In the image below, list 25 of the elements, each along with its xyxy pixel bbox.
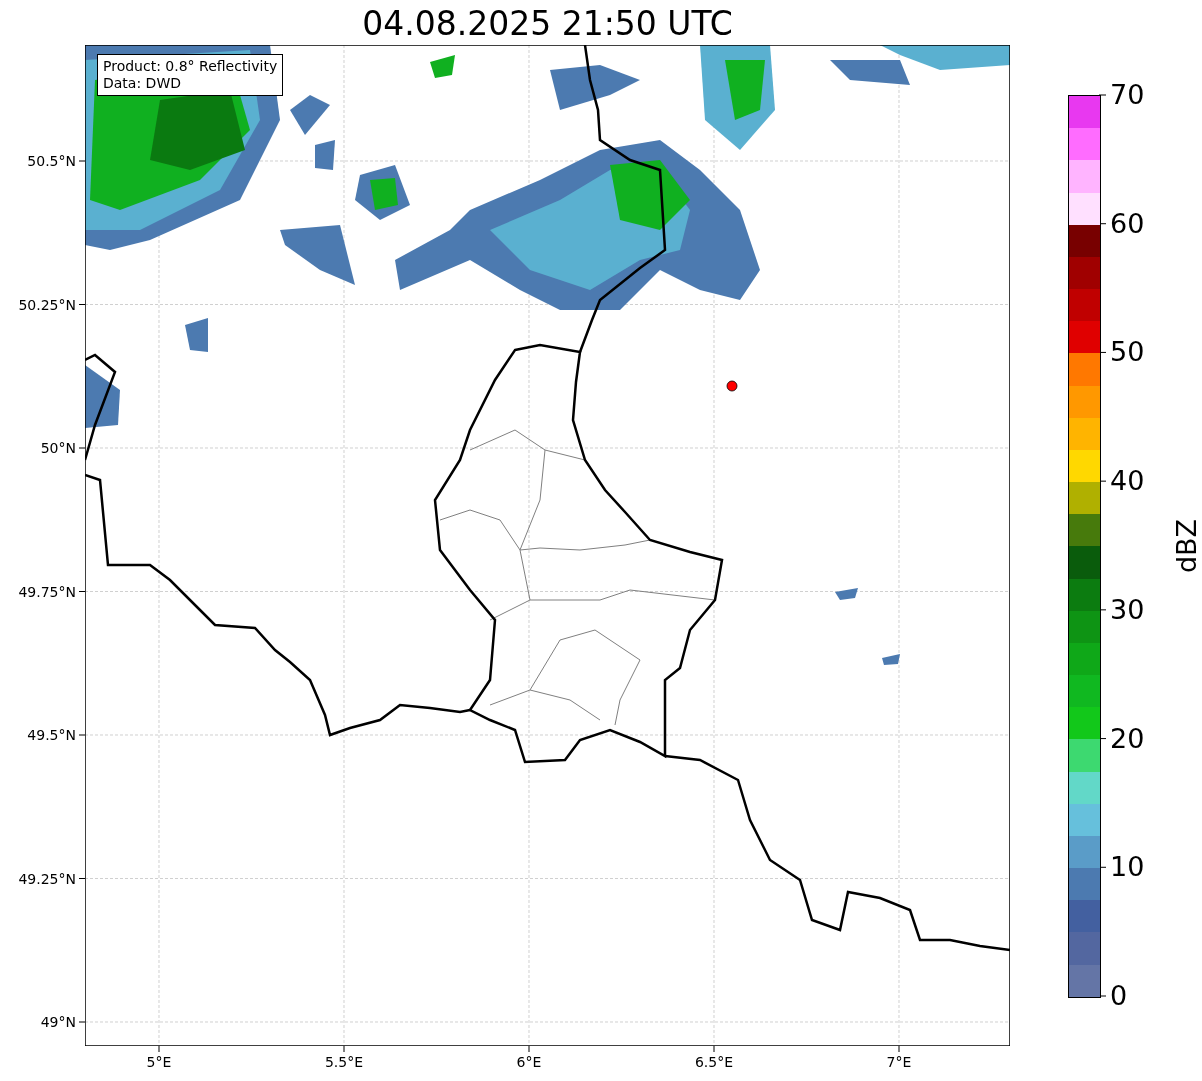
latitude-label: 49.25°N	[17, 869, 76, 888]
latitude-label: 50°N	[39, 439, 76, 457]
longitude-label: 5°E	[145, 1053, 173, 1071]
latitude-label: 49.5°N	[26, 726, 76, 744]
longitude-label: 7°E	[885, 1053, 913, 1071]
latitude-label: 50.5°N	[26, 152, 76, 170]
latitude-label: 50.25°N	[17, 295, 76, 314]
latitude-label: 49.75°N	[17, 582, 76, 601]
scale-tick-label: 50	[1110, 336, 1145, 369]
longitude-label: 6°E	[515, 1053, 543, 1071]
scale-tick-label: 30	[1110, 593, 1145, 626]
scale-tick-label: 70	[1110, 79, 1145, 111]
scale-tick-label: 20	[1110, 722, 1145, 755]
info-text: Product: 0.8° Reflectivity	[103, 58, 278, 75]
scale-tick-label: 0	[1110, 980, 1128, 1012]
info-text: Data: DWD	[103, 75, 182, 92]
longitude-label: 5.5°E	[323, 1053, 365, 1071]
scale-tick-label: 40	[1110, 465, 1145, 498]
latitude-label: 49°N	[39, 1013, 76, 1031]
scale-tick-label: 60	[1110, 207, 1145, 240]
scale-unit-label: dBZ	[1171, 518, 1202, 574]
chart-title: 04.08.2025 21:50 UTC	[361, 4, 734, 44]
radar-location-marker	[726, 380, 738, 392]
longitude-label: 6.5°E	[693, 1053, 735, 1071]
scale-tick-label: 10	[1110, 851, 1145, 884]
